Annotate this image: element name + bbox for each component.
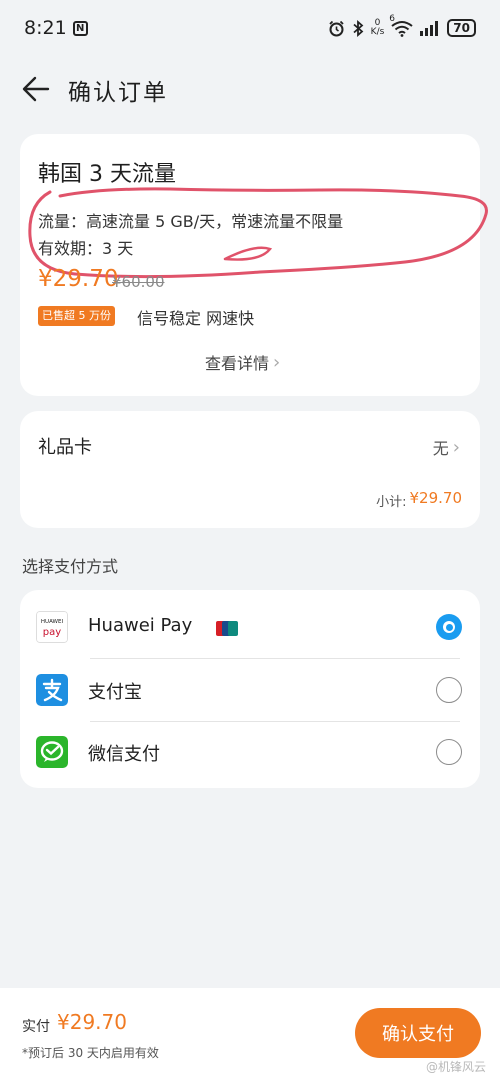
- view-details-link[interactable]: 查看详情 ›: [205, 350, 280, 374]
- gift-card-value: 无: [432, 439, 449, 458]
- bluetooth-icon: [353, 19, 364, 37]
- payment-section-title: 选择支付方式: [22, 557, 119, 576]
- subtotal-amount: ¥29.70: [409, 489, 463, 507]
- product-name: 韩国 3 天流量: [38, 162, 176, 187]
- product-card: 韩国 3 天流量 流量：高速流量 5 GB/天，常速流量不限量 有效期：3 天 …: [20, 134, 488, 396]
- gift-card-label: 礼品卡: [38, 437, 92, 458]
- wifi-label: 6: [389, 13, 396, 24]
- huawei-pay-icon: HUAWEI pay: [36, 611, 68, 643]
- chevron-right-icon: ›: [452, 436, 460, 458]
- payment-method-name: Huawei Pay: [88, 615, 193, 636]
- payment-option-huawei-pay[interactable]: HUAWEI pay Huawei Pay: [20, 596, 480, 658]
- payment-method-name: 微信支付: [88, 744, 160, 765]
- product-tagline: 信号稳定 网速快: [137, 309, 255, 328]
- payment-method-name: 支付宝: [88, 682, 142, 703]
- subtotal-label: 小计:: [376, 495, 407, 510]
- svg-text:HUAWEI: HUAWEI: [41, 619, 64, 625]
- view-details-label: 查看详情: [205, 354, 270, 373]
- watermark: @机锋风云: [425, 1060, 486, 1074]
- battery-indicator: 70: [447, 19, 476, 37]
- radio-unselected[interactable]: [436, 677, 462, 703]
- unionpay-icon: [216, 621, 238, 636]
- alarm-icon: [329, 20, 344, 36]
- network-speed: 0 K/s: [371, 19, 385, 37]
- signal-icon: [420, 20, 439, 36]
- radio-selected[interactable]: [436, 614, 462, 640]
- payment-option-wechat-pay[interactable]: 微信支付: [20, 721, 480, 783]
- spec-traffic: 流量：高速流量 5 GB/天，常速流量不限量: [38, 212, 344, 231]
- status-bar: 8:21 N 0 K/s 6 70: [0, 0, 500, 56]
- subtotal: 小计: ¥29.70: [376, 489, 462, 510]
- status-right: 0 K/s 6 70: [328, 14, 476, 37]
- app-header: 确认订单: [0, 66, 500, 112]
- gift-card-selector[interactable]: 无 ›: [433, 435, 460, 459]
- total-label: 实付: [22, 1019, 50, 1035]
- radio-unselected[interactable]: [436, 739, 462, 765]
- alipay-icon: [36, 674, 68, 706]
- payment-option-alipay[interactable]: 支付宝: [20, 659, 480, 721]
- confirm-payment-button[interactable]: 确认支付: [355, 1008, 481, 1058]
- sold-count-badge: 已售超 5 万份: [38, 306, 115, 326]
- payment-methods-card: HUAWEI pay Huawei Pay 支付宝 微信支付: [20, 590, 480, 788]
- product-price: ¥29.70: [38, 266, 119, 292]
- notification-icon: N: [72, 20, 88, 36]
- wifi: 6: [389, 14, 413, 37]
- status-time: 8:21: [24, 17, 67, 39]
- wechat-pay-icon: [36, 736, 68, 768]
- validity-note: *预订后 30 天内启用有效: [22, 1046, 159, 1060]
- svg-text:pay: pay: [43, 627, 61, 638]
- gift-card-section: 礼品卡 无 › 小计: ¥29.70: [20, 411, 480, 528]
- chevron-right-icon: ›: [273, 351, 281, 373]
- page-title: 确认订单: [68, 80, 168, 106]
- network-speed-unit: K/s: [370, 27, 385, 37]
- total-amount: ¥29.70: [57, 1010, 127, 1034]
- product-original-price: ¥60.00: [112, 273, 165, 291]
- back-arrow-icon[interactable]: [22, 76, 50, 102]
- spec-validity: 有效期：3 天: [38, 239, 134, 258]
- status-left: 8:21 N: [24, 17, 88, 39]
- checkout-bar: 实付 ¥29.70 *预订后 30 天内启用有效 确认支付 @机锋风云: [0, 988, 500, 1079]
